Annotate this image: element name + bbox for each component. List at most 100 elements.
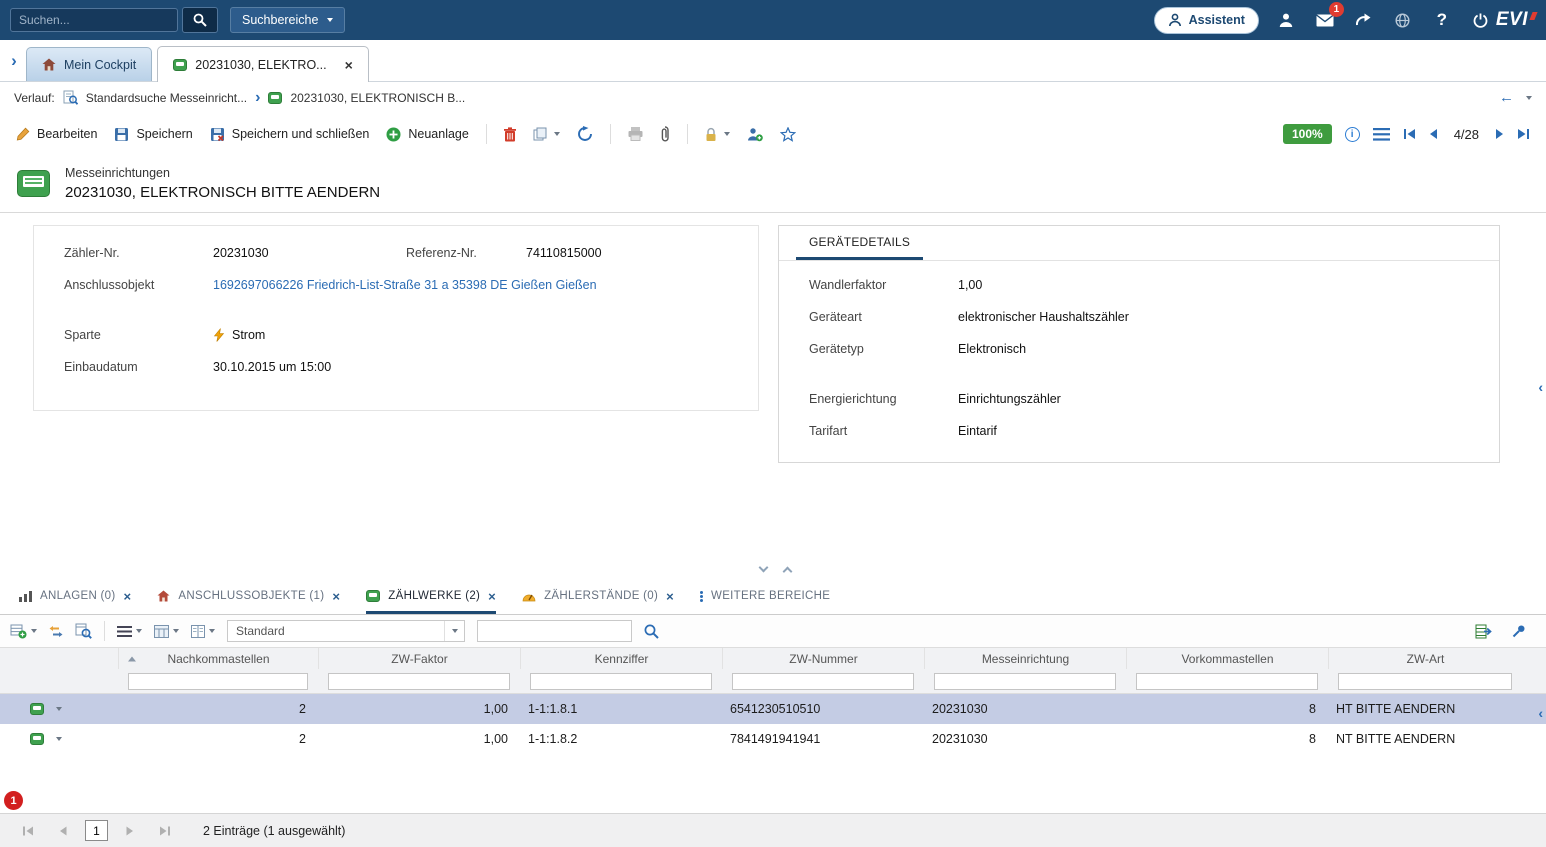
tab-close-icon[interactable]: × (332, 589, 340, 604)
column-header-vorkommastellen[interactable]: Vorkommastellen (1126, 648, 1328, 669)
toolbar-separator (687, 124, 688, 144)
nav-next-button[interactable] (1495, 128, 1504, 140)
table-view-dropdown-icon[interactable] (173, 629, 179, 633)
zaehlwerk-row-icon[interactable] (30, 733, 44, 745)
zoom-badge[interactable]: 100% (1283, 124, 1332, 144)
notification-badge[interactable]: 1 (4, 791, 23, 810)
column-header-zw-nummer[interactable]: ZW-Nummer (722, 648, 924, 669)
nav-last-button[interactable] (1517, 128, 1530, 140)
view-select[interactable]: Standard (227, 620, 465, 642)
table-row[interactable]: 2 1,00 1-1:1.8.2 7841491941941 20231030 … (0, 724, 1546, 754)
grid-search-button[interactable] (75, 623, 92, 639)
zaehlwerk-row-icon[interactable] (30, 703, 44, 715)
menu-button[interactable] (1373, 128, 1390, 141)
grid-panel-collapse-icon[interactable]: ‹ (1538, 706, 1543, 720)
suchbereiche-dropdown[interactable]: Suchbereiche (230, 7, 345, 33)
network-button[interactable] (1392, 9, 1414, 31)
tab-anschlussobjekte[interactable]: ANSCHLUSSOBJEKTE (1) × (157, 578, 340, 614)
grid-filter-button[interactable] (49, 625, 63, 638)
column-header-zw-art[interactable]: ZW-Art (1328, 648, 1546, 669)
filter-input-messeinrichtung[interactable] (934, 673, 1116, 690)
tab-close-icon[interactable]: × (666, 589, 674, 604)
pager-last-button[interactable] (152, 820, 178, 842)
history-back-button[interactable]: ← (1499, 89, 1514, 106)
assistent-button[interactable]: Assistent (1154, 7, 1259, 34)
tabstrip: › Mein Cockpit 20231030, ELEKTRO... × (0, 40, 1546, 82)
assign-user-button[interactable] (747, 127, 763, 142)
tab-close-icon[interactable]: × (345, 57, 353, 73)
grid-add-button[interactable] (10, 623, 37, 639)
panel-splitter[interactable] (0, 560, 1546, 578)
search-button[interactable] (182, 7, 218, 33)
filter-input-vorkommastellen[interactable] (1136, 673, 1318, 690)
tab-geraetedetails[interactable]: GERÄTEDETAILS (796, 226, 923, 260)
delete-button[interactable] (504, 127, 516, 142)
collapse-up-icon[interactable] (783, 567, 793, 577)
tab-anlagen[interactable]: ANLAGEN (0) × (19, 578, 131, 614)
info-icon[interactable]: i (1345, 127, 1360, 142)
filter-icon (49, 625, 63, 638)
row-actions-dropdown-icon[interactable] (56, 707, 62, 711)
tab-close-icon[interactable]: × (124, 589, 132, 604)
neuanlage-button[interactable]: Neuanlage (386, 127, 468, 142)
lock-button[interactable] (705, 127, 730, 142)
speichern-button[interactable]: Speichern (114, 127, 192, 142)
filter-input-nachkommastellen[interactable] (128, 673, 308, 690)
forward-button[interactable] (1353, 9, 1375, 31)
tab-mein-cockpit[interactable]: Mein Cockpit (26, 47, 152, 81)
nav-first-button[interactable] (1403, 128, 1416, 140)
filter-input-zw-nummer[interactable] (732, 673, 914, 690)
pager-first-button[interactable] (15, 820, 41, 842)
topbar: Suchbereiche Assistent 1 (0, 0, 1546, 40)
search-input[interactable] (10, 8, 178, 32)
right-panel-collapse-icon[interactable]: ‹ (1538, 380, 1543, 394)
column-header-messeinrichtung[interactable]: Messeinrichtung (924, 648, 1126, 669)
pager-page-input[interactable] (85, 820, 108, 841)
mail-button[interactable]: 1 (1314, 9, 1336, 31)
copy-button[interactable] (533, 127, 560, 141)
refresh-button[interactable] (577, 126, 593, 142)
tab-zaehlwerke[interactable]: ZÄHLWERKE (2) × (366, 578, 496, 614)
attachment-button[interactable] (660, 126, 670, 142)
bearbeiten-button[interactable]: Bearbeiten (16, 127, 97, 141)
copy-dropdown-icon[interactable] (554, 132, 560, 136)
menu-dropdown-icon[interactable] (136, 629, 142, 633)
filter-input-kennziffer[interactable] (530, 673, 712, 690)
tab-close-icon[interactable]: × (488, 589, 496, 604)
favorite-button[interactable] (780, 127, 796, 142)
list-view-dropdown-icon[interactable] (209, 629, 215, 633)
export-excel-button[interactable] (1475, 624, 1492, 639)
history-dropdown-icon[interactable] (1526, 96, 1532, 100)
breadcrumb-record[interactable]: 20231030, ELEKTRONISCH B... (290, 91, 465, 105)
anschlussobjekt-link[interactable]: 1692697066226 Friedrich-List-Straße 31 a… (213, 278, 597, 292)
lock-dropdown-icon[interactable] (724, 132, 730, 136)
pager-next-button[interactable] (117, 820, 143, 842)
filter-input-zw-faktor[interactable] (328, 673, 510, 690)
pin-panel-button[interactable] (1512, 624, 1526, 638)
grid-menu-button[interactable] (117, 626, 142, 637)
pager-prev-button[interactable] (50, 820, 76, 842)
user-button[interactable] (1275, 9, 1297, 31)
grid-quicksearch-button[interactable] (644, 624, 659, 639)
grid-view-list-button[interactable] (191, 625, 215, 638)
collapse-down-icon[interactable] (759, 563, 769, 573)
table-row[interactable]: 2 1,00 1-1:1.8.1 6541230510510 20231030 … (0, 694, 1546, 724)
grid-quicksearch-input[interactable] (477, 620, 632, 642)
logout-button[interactable] (1470, 9, 1492, 31)
tab-weitere-bereiche[interactable]: WEITERE BEREICHE (700, 578, 830, 614)
column-header-kennziffer[interactable]: Kennziffer (520, 648, 722, 669)
breadcrumb-search[interactable]: Standardsuche Messeinricht... (86, 91, 247, 105)
tab-zaehlerstaende[interactable]: ZÄHLERSTÄNDE (0) × (522, 578, 674, 614)
filter-input-zw-art[interactable] (1338, 673, 1512, 690)
sidebar-expand-handle[interactable]: › (2, 51, 26, 71)
help-button[interactable]: ? (1431, 9, 1453, 31)
speichern-schliessen-button[interactable]: Speichern und schließen (210, 127, 370, 142)
row-actions-dropdown-icon[interactable] (56, 737, 62, 741)
column-header-zw-faktor[interactable]: ZW-Faktor (318, 648, 520, 669)
tab-record-active[interactable]: 20231030, ELEKTRO... × (157, 46, 369, 82)
grid-view-table-button[interactable] (154, 625, 179, 638)
column-header-nachkommastellen[interactable]: Nachkommastellen (118, 648, 318, 669)
record-position[interactable]: 4/28 (1454, 127, 1479, 142)
add-dropdown-icon[interactable] (31, 629, 37, 633)
nav-prev-button[interactable] (1429, 128, 1438, 140)
